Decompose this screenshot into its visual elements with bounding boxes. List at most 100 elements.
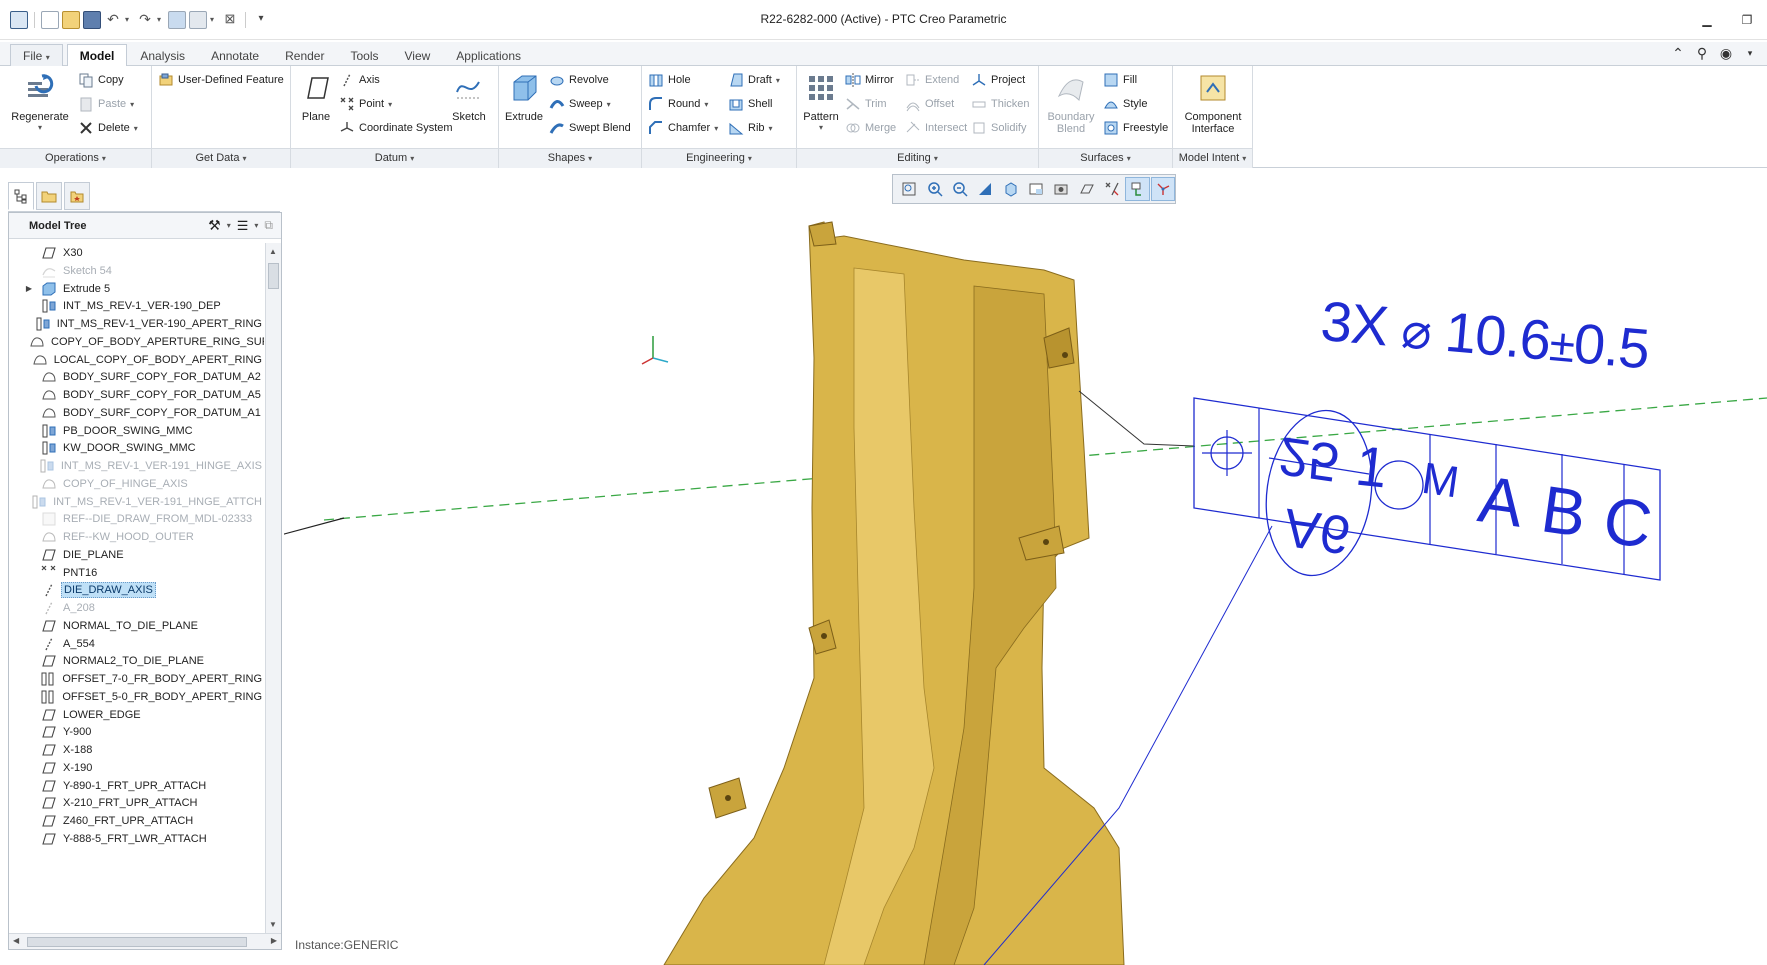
tab-tools[interactable]: Tools — [337, 44, 391, 66]
restore-icon[interactable]: ❐ — [1727, 6, 1767, 34]
revolve-button[interactable]: Revolve — [549, 70, 609, 90]
sheet-metal-part[interactable] — [663, 221, 1125, 965]
tree-item-label: Y-900 — [63, 726, 92, 739]
tree-filter-icon[interactable]: ⧉ — [264, 218, 273, 233]
tab-file[interactable]: File ▾ — [10, 44, 63, 66]
scroll-down-icon[interactable]: ▼ — [269, 920, 277, 929]
swept-blend-button[interactable]: Swept Blend — [549, 118, 631, 138]
chevron-down-icon: ▾ — [410, 154, 415, 163]
view-manager-icon[interactable] — [1049, 177, 1073, 201]
sweep-button[interactable]: Sweep ▾ — [549, 94, 611, 114]
model-tree-vertical-scrollbar[interactable]: ▲ ▼ — [265, 243, 281, 933]
community-icon[interactable]: ◉ — [1717, 44, 1735, 62]
plane-button[interactable]: Plane — [291, 72, 341, 142]
tree-item-label: COPY_OF_BODY_APERTURE_RING_SUR — [51, 335, 264, 348]
extrude-button[interactable]: Extrude — [499, 72, 549, 142]
group-footer-get-data[interactable]: Get Data ▾ — [152, 148, 290, 168]
tab-analysis[interactable]: Analysis — [127, 44, 198, 66]
help-dropdown-icon[interactable]: ▾ — [1741, 44, 1759, 62]
display-style-icon[interactable] — [998, 177, 1022, 201]
intersect-button[interactable]: Intersect — [905, 118, 967, 138]
minimize-icon[interactable]: ▁ — [1687, 6, 1727, 34]
group-footer-shapes[interactable]: Shapes ▾ — [499, 148, 641, 168]
copy-geom-icon — [42, 441, 56, 455]
boundary-blend-button[interactable]: Boundary Blend — [1043, 72, 1099, 142]
tab-model[interactable]: Model — [66, 44, 128, 67]
shell-button[interactable]: Shell — [728, 94, 772, 114]
coordinate-system-button[interactable]: Coordinate System — [339, 118, 453, 138]
point-button[interactable]: Point ▾ — [339, 94, 392, 114]
folder-browser-icon — [41, 191, 57, 203]
group-footer-datum[interactable]: Datum ▾ — [291, 148, 498, 168]
saved-orientations-icon[interactable] — [1024, 177, 1048, 201]
zoom-in-icon[interactable] — [922, 177, 946, 201]
annotation-display-icon[interactable] — [1125, 177, 1150, 201]
tab-render[interactable]: Render — [272, 44, 337, 66]
datum-plane-icon — [307, 77, 329, 99]
extend-button[interactable]: Extend — [905, 70, 959, 90]
model-tree-horizontal-scrollbar[interactable]: ◀ ▶ — [9, 933, 281, 949]
group-footer-editing[interactable]: Editing ▾ — [797, 148, 1038, 168]
tab-annotate[interactable]: Annotate — [198, 44, 272, 66]
fill-button[interactable]: Fill — [1103, 70, 1137, 90]
pattern-button[interactable]: Pattern ▾ — [797, 72, 845, 142]
tree-item-label: OFFSET_7-0_FR_BODY_APERT_RING — [62, 673, 262, 685]
scroll-up-icon[interactable]: ▲ — [269, 247, 277, 256]
graphics-window[interactable]: 3X ⌀ 10.6±0.5 M A B C 25 1 A6 — [284, 208, 1767, 965]
datum-axis-icon — [45, 601, 53, 615]
thicken-button[interactable]: Thicken — [971, 94, 1030, 114]
scroll-thumb[interactable] — [268, 263, 279, 289]
merge-button[interactable]: Merge — [845, 118, 896, 138]
paste-button[interactable]: Paste ▾ — [78, 94, 134, 114]
solidify-button[interactable]: Solidify — [971, 118, 1026, 138]
freestyle-button[interactable]: Freestyle — [1103, 118, 1168, 138]
datum-display-filters-icon[interactable] — [1100, 177, 1124, 201]
scroll-left-icon[interactable]: ◀ — [13, 936, 19, 945]
favorites-tab[interactable] — [64, 182, 90, 210]
scroll-right-icon[interactable]: ▶ — [271, 936, 277, 945]
refit-icon[interactable] — [897, 177, 921, 201]
chevron-down-icon[interactable]: ▾ — [227, 221, 231, 230]
project-button[interactable]: Project — [971, 70, 1025, 90]
user-defined-feature-button[interactable]: User-Defined Feature — [158, 70, 284, 90]
zoom-out-icon[interactable] — [948, 177, 972, 201]
mirror-button[interactable]: Mirror — [845, 70, 894, 90]
show-columns-icon[interactable]: ☰ — [237, 218, 249, 234]
chamfer-button[interactable]: Chamfer ▾ — [648, 118, 718, 138]
offset-button[interactable]: Offset — [905, 94, 954, 114]
group-footer-surfaces[interactable]: Surfaces ▾ — [1039, 148, 1172, 168]
spin-center-icon[interactable] — [1150, 177, 1175, 201]
expand-arrow-icon[interactable]: ▶ — [23, 284, 35, 293]
rib-button[interactable]: Rib ▾ — [728, 118, 773, 138]
chevron-down-icon[interactable]: ▾ — [254, 221, 258, 230]
tab-applications[interactable]: Applications — [443, 44, 534, 66]
tab-view[interactable]: View — [391, 44, 443, 66]
scroll-thumb[interactable] — [27, 937, 247, 947]
regenerate-button[interactable]: Regenerate ▾ — [10, 72, 70, 142]
folder-browser-tab[interactable] — [36, 182, 62, 210]
group-footer-operations[interactable]: Operations ▾ — [0, 148, 151, 168]
style-button[interactable]: Style — [1103, 94, 1147, 114]
offset-icon — [906, 102, 920, 112]
round-button[interactable]: Round ▾ — [648, 94, 708, 114]
tree-item-label: X30 — [63, 247, 83, 259]
group-footer-engineering[interactable]: Engineering ▾ — [642, 148, 796, 168]
search-icon[interactable]: ⚲ — [1693, 44, 1711, 62]
model-tree-tab[interactable] — [8, 182, 34, 210]
collapse-ribbon-icon[interactable]: ⌃ — [1669, 44, 1687, 62]
perspective-view-icon[interactable] — [1075, 177, 1099, 201]
sketch-button[interactable]: Sketch — [441, 72, 497, 142]
sweep-icon — [549, 100, 565, 109]
draft-button[interactable]: Draft ▾ — [728, 70, 780, 90]
group-footer-model-intent[interactable]: Model Intent ▾ — [1173, 148, 1252, 168]
axis-button[interactable]: Axis — [339, 70, 380, 90]
tree-item[interactable]: Y-888-5_FRT_LWR_ATTACH — [9, 829, 264, 849]
copy-button[interactable]: Copy — [78, 70, 124, 90]
repaint-icon[interactable] — [973, 177, 997, 201]
pattern-icon — [809, 76, 833, 100]
tree-settings-icon[interactable]: ⚒ — [208, 217, 221, 234]
trim-button[interactable]: Trim — [845, 94, 887, 114]
delete-button[interactable]: Delete ▾ — [78, 118, 138, 138]
hole-button[interactable]: Hole — [648, 70, 691, 90]
component-interface-button[interactable]: Component Interface — [1179, 72, 1247, 142]
